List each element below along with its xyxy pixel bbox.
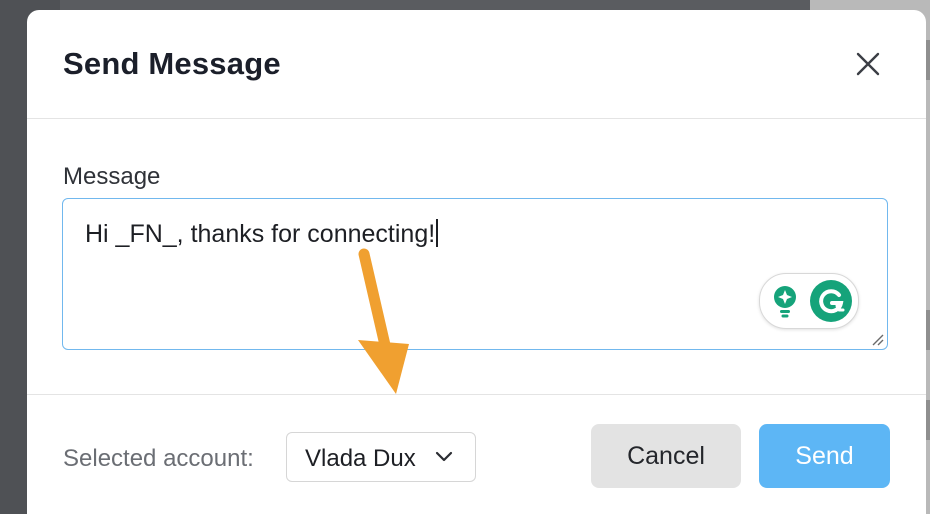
send-message-dialog: Send Message Message Hi _FN_, thanks for…: [27, 10, 926, 514]
chevron-down-icon: [435, 451, 453, 462]
account-select[interactable]: Vlada Dux: [286, 432, 476, 482]
grammarly-widget[interactable]: [759, 273, 859, 329]
dialog-header: Send Message: [27, 10, 926, 119]
resize-handle-icon[interactable]: [870, 332, 884, 346]
send-button[interactable]: Send: [759, 424, 890, 488]
lightbulb-icon[interactable]: [770, 284, 800, 318]
grammarly-g-icon[interactable]: [810, 280, 852, 322]
close-icon: [856, 52, 880, 76]
account-select-value: Vlada Dux: [305, 445, 416, 472]
dialog-body: Message Hi _FN_, thanks for connecting!: [27, 119, 926, 395]
message-textarea[interactable]: Hi _FN_, thanks for connecting!: [62, 198, 888, 350]
dialog-footer: Selected account: Vlada Dux Cancel Send: [27, 395, 926, 514]
close-button[interactable]: [854, 50, 882, 78]
message-label: Message: [63, 163, 161, 190]
dialog-title: Send Message: [63, 46, 281, 81]
annotation-arrow-icon: [358, 248, 409, 394]
cancel-button[interactable]: Cancel: [591, 424, 741, 488]
selected-account-label: Selected account:: [63, 445, 254, 472]
